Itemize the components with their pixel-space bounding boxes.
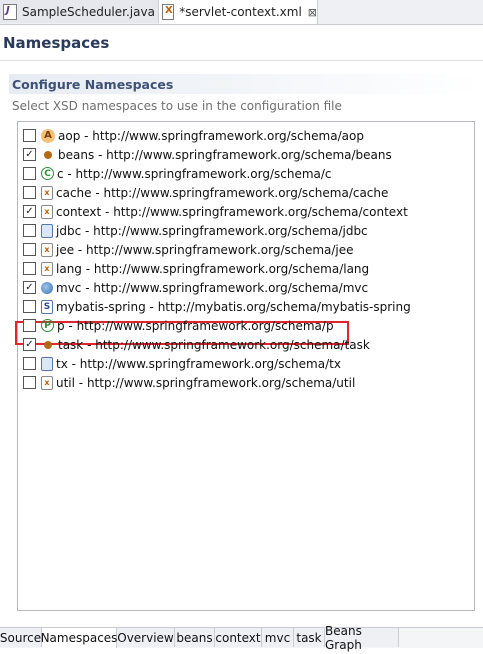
namespace-label: p - http://www.springframework.org/schem… [57, 318, 334, 333]
jdbc-icon [41, 223, 53, 238]
mybatis-schema-icon: S [41, 299, 53, 314]
namespace-label: beans - http://www.springframework.org/s… [58, 147, 392, 162]
namespace-row[interactable]: Smybatis-spring - http://mybatis.org/sch… [23, 297, 411, 316]
namespace-label: tx - http://www.springframework.org/sche… [56, 356, 341, 371]
namespace-checkbox[interactable]: ✓ [23, 281, 36, 294]
namespace-row[interactable]: x cache - http://www.springframework.org/… [23, 183, 388, 202]
tab-context[interactable]: context [215, 628, 262, 647]
namespace-label: mvc - http://www.springframework.org/sch… [56, 280, 369, 295]
namespace-label: jee - http://www.springframework.org/sch… [56, 242, 354, 257]
namespace-checkbox[interactable]: ✓ [23, 148, 36, 161]
p-namespace-icon: P [41, 319, 54, 332]
editor-bottom-tabs: Source Namespaces Overview beans context mvc t… [0, 624, 483, 652]
aop-icon: A [41, 128, 55, 143]
namespace-checkbox[interactable] [23, 300, 36, 313]
bean-icon [41, 148, 55, 162]
tab-sample-scheduler[interactable]: SampleScheduler.java [0, 0, 159, 23]
tab-task[interactable]: task [294, 628, 325, 647]
divider [0, 60, 483, 61]
section-title: Configure Namespaces [12, 77, 174, 92]
namespace-label: aop - http://www.springframework.org/sch… [58, 128, 364, 143]
namespace-row[interactable]: ✓ task - http://www.springframework.org/s… [23, 335, 370, 354]
namespace-row[interactable]: x jee - http://www.springframework.org/sc… [23, 240, 354, 259]
namespace-row[interactable]: ✓ x context - http://www.springframework.o… [23, 202, 408, 221]
mvc-globe-icon [41, 281, 53, 294]
tab-label: SampleScheduler.java [22, 4, 155, 19]
namespace-row[interactable]: tx - http://www.springframework.org/sche… [23, 354, 341, 373]
tab-namespaces[interactable]: Namespaces [41, 628, 117, 648]
namespace-checkbox[interactable] [23, 357, 36, 370]
namespace-list[interactable]: Aaop - http://www.springframework.org/sc… [15, 121, 475, 611]
namespace-row[interactable]: jdbc - http://www.springframework.org/sc… [23, 221, 368, 240]
namespace-row[interactable]: Aaop - http://www.springframework.org/sc… [23, 126, 364, 145]
namespace-row[interactable]: Cc - http://www.springframework.org/sche… [23, 164, 332, 183]
tab-servlet-context[interactable]: *servlet-context.xml ⊠ [159, 0, 318, 24]
tab-beans-graph[interactable]: Beans Graph [325, 624, 399, 652]
namespace-row[interactable]: x lang - http://www.springframework.org/s… [23, 259, 369, 278]
close-icon[interactable]: ⊠ [308, 6, 317, 19]
section-header: Configure Namespaces [9, 74, 483, 94]
namespace-label: lang - http://www.springframework.org/sc… [56, 261, 370, 276]
namespace-checkbox[interactable] [23, 224, 36, 237]
xml-file-icon [162, 4, 175, 20]
namespace-checkbox[interactable] [23, 262, 36, 275]
namespace-checkbox[interactable]: ✓ [23, 338, 36, 351]
namespace-checkbox[interactable] [23, 243, 36, 256]
namespace-checkbox[interactable] [23, 167, 36, 180]
tab-label: *servlet-context.xml [179, 5, 302, 19]
util-icon: x [41, 375, 53, 390]
namespace-label: util - http://www.springframework.org/sc… [56, 375, 356, 390]
namespace-checkbox[interactable] [23, 186, 36, 199]
page-title: Namespaces [3, 34, 110, 52]
namespace-label: c - http://www.springframework.org/schem… [57, 166, 332, 181]
tab-overview[interactable]: Overview [117, 628, 175, 647]
namespace-label: jdbc - http://www.springframework.org/sc… [56, 223, 368, 238]
namespace-checkbox[interactable] [23, 319, 36, 332]
namespace-row[interactable]: x util - http://www.springframework.org/s… [23, 373, 355, 392]
namespace-checkbox[interactable]: ✓ [23, 205, 36, 218]
cache-icon: x [41, 185, 53, 200]
namespace-label: cache - http://www.springframework.org/s… [56, 185, 389, 200]
configure-namespaces-section: Configure Namespaces Select XSD namespac… [9, 74, 483, 614]
namespace-label: context - http://www.springframework.org… [56, 204, 408, 219]
namespace-label: task - http://www.springframework.org/sc… [58, 337, 370, 352]
namespace-label: mybatis-spring - http://mybatis.org/sche… [56, 299, 411, 314]
tx-icon [41, 356, 53, 371]
lang-icon: x [41, 261, 53, 276]
namespace-checkbox[interactable] [23, 376, 36, 389]
task-icon [41, 338, 55, 352]
java-file-icon [3, 3, 17, 20]
jee-icon: x [41, 242, 53, 257]
namespace-row[interactable]: ✓ mvc - http://www.springframework.org/sc… [23, 278, 368, 297]
namespace-row[interactable]: ✓ beans - http://www.springframework.org/… [23, 145, 392, 164]
context-icon: x [41, 204, 53, 219]
namespace-checkbox[interactable] [23, 129, 36, 142]
tab-beans[interactable]: beans [175, 628, 215, 647]
tab-source[interactable]: Source [0, 628, 42, 647]
editor-tab-bar: SampleScheduler.java *servlet-context.xm… [0, 0, 483, 25]
tab-mvc[interactable]: mvc [262, 628, 294, 647]
section-description: Select XSD namespaces to use in the conf… [12, 99, 342, 113]
namespace-row[interactable]: Pp - http://www.springframework.org/sche… [23, 316, 334, 335]
c-namespace-icon: C [41, 167, 54, 180]
